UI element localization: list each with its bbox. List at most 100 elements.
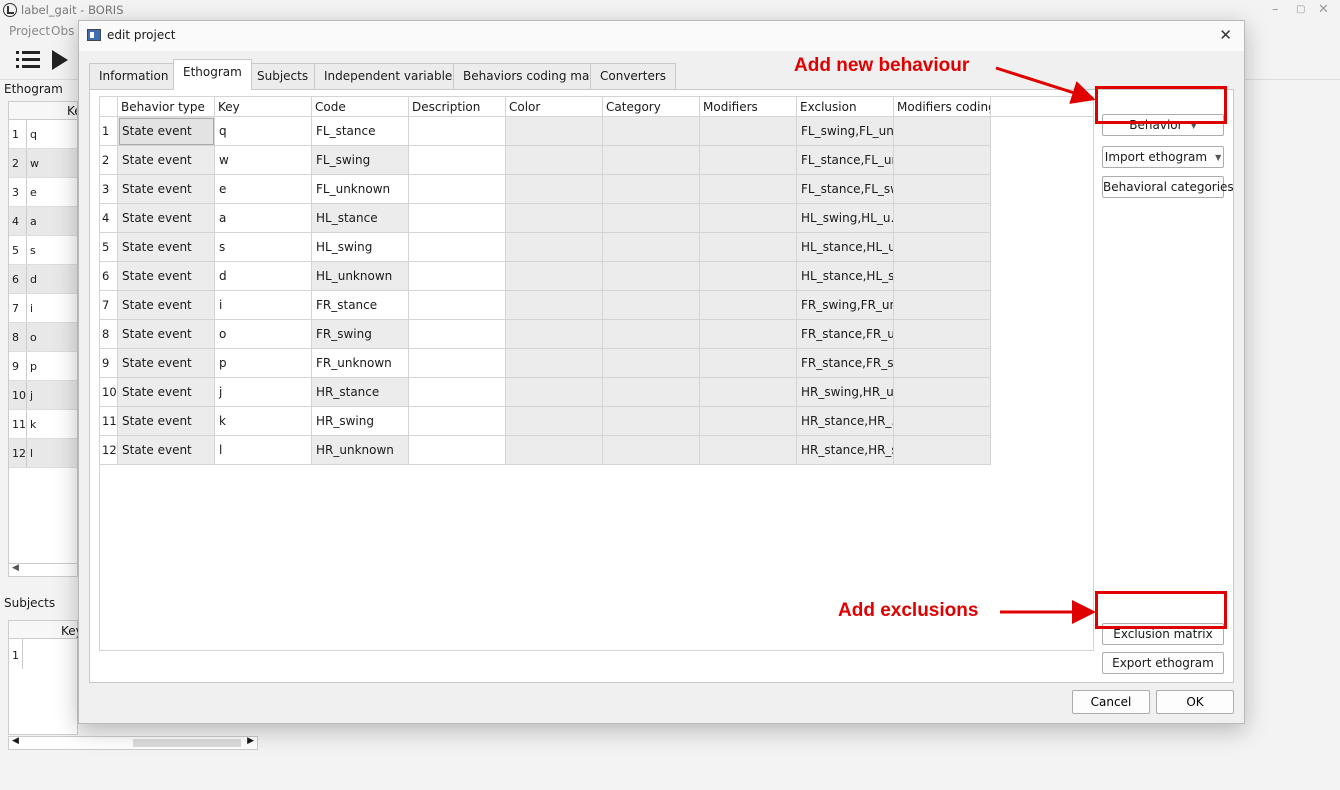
cell-code[interactable]: HR_stance	[312, 378, 409, 407]
ethogram-dock-row[interactable]: 7i	[9, 294, 77, 323]
scroll-left-icon[interactable]: ◀	[12, 736, 19, 746]
menu-project[interactable]: Project	[9, 24, 50, 38]
header-corner[interactable]	[100, 97, 118, 117]
ethogram-table[interactable]: Behavior type Key Code Description Color…	[99, 96, 1094, 651]
ethogram-dock-row[interactable]: 10 j	[9, 381, 77, 410]
cell-exclusion[interactable]: HL_swing,HL_u...	[797, 204, 894, 233]
table-cell[interactable]	[603, 436, 700, 465]
table-cell[interactable]	[409, 233, 506, 262]
ethogram-dock-row[interactable]: 2w	[9, 149, 77, 178]
ethogram-dock-row[interactable]: 12 l	[9, 439, 77, 468]
table-cell[interactable]	[894, 320, 991, 349]
table-cell[interactable]	[700, 436, 797, 465]
header-modifiers[interactable]: Modifiers	[700, 97, 797, 117]
cell-type[interactable]: State event	[118, 349, 215, 378]
table-cell[interactable]	[409, 204, 506, 233]
tab-subjects[interactable]: Subjects	[247, 63, 319, 89]
cell-code[interactable]: FR_stance	[312, 291, 409, 320]
table-cell[interactable]	[894, 175, 991, 204]
table-cell[interactable]	[409, 407, 506, 436]
table-cell[interactable]	[506, 320, 603, 349]
cell-key[interactable]: j	[215, 378, 312, 407]
play-icon[interactable]	[52, 50, 68, 70]
table-cell[interactable]	[603, 320, 700, 349]
ok-button[interactable]: OK	[1156, 690, 1234, 714]
header-color[interactable]: Color	[506, 97, 603, 117]
scroll-right-icon[interactable]: ▶	[247, 736, 254, 746]
subjects-dock-table[interactable]: Key 1	[8, 620, 83, 735]
ethogram-dock-row[interactable]: 6d	[9, 265, 77, 294]
table-cell[interactable]	[506, 233, 603, 262]
header-key[interactable]: Key	[215, 97, 312, 117]
table-cell[interactable]	[506, 117, 603, 146]
row-header[interactable]: 9	[100, 349, 118, 378]
cell-key[interactable]: s	[215, 233, 312, 262]
export-ethogram-button[interactable]: Export ethogram	[1102, 652, 1224, 674]
subjects-dock-scrollbar[interactable]: ◀ ▶	[8, 736, 258, 750]
cell-code[interactable]: HR_swing	[312, 407, 409, 436]
table-cell[interactable]	[894, 436, 991, 465]
cell-code[interactable]: HL_unknown	[312, 262, 409, 291]
table-cell[interactable]	[700, 407, 797, 436]
cell-type[interactable]: State event	[118, 320, 215, 349]
dialog-close-icon[interactable]: ✕	[1219, 26, 1232, 44]
table-cell[interactable]	[700, 378, 797, 407]
row-header[interactable]: 10	[100, 378, 118, 407]
header-code[interactable]: Code	[312, 97, 409, 117]
table-cell[interactable]	[409, 291, 506, 320]
tab-converters[interactable]: Converters	[590, 63, 677, 89]
cell-key[interactable]: q	[215, 117, 312, 146]
ethogram-dock-table[interactable]: Ke 1q2w3e4a5s6d7i8o9p10j11k12l	[8, 101, 78, 577]
table-cell[interactable]	[603, 117, 700, 146]
table-cell[interactable]	[506, 291, 603, 320]
cell-exclusion[interactable]: FR_stance,FR_s...	[797, 349, 894, 378]
table-cell[interactable]	[603, 291, 700, 320]
row-header[interactable]: 1	[100, 117, 118, 146]
cell-code[interactable]: HL_stance	[312, 204, 409, 233]
cell-code[interactable]: HL_swing	[312, 233, 409, 262]
table-cell[interactable]	[409, 378, 506, 407]
cell-exclusion[interactable]: HL_stance,HL_s...	[797, 262, 894, 291]
table-cell[interactable]	[409, 262, 506, 291]
cell-code[interactable]: FL_stance	[312, 117, 409, 146]
cell-type[interactable]: State event	[118, 436, 215, 465]
behavioral-categories-button[interactable]: Behavioral categories	[1102, 176, 1234, 198]
cell-exclusion[interactable]: FL_stance,FL_un...	[797, 146, 894, 175]
tab-independent-variables[interactable]: Independent variables	[314, 63, 469, 89]
table-cell[interactable]	[700, 146, 797, 175]
scrollbar-thumb[interactable]	[133, 739, 241, 747]
table-cell[interactable]	[894, 117, 991, 146]
cell-exclusion[interactable]: FR_stance,FR_u...	[797, 320, 894, 349]
table-cell[interactable]	[506, 204, 603, 233]
table-cell[interactable]	[603, 262, 700, 291]
table-cell[interactable]	[506, 146, 603, 175]
row-header[interactable]: 7	[100, 291, 118, 320]
cell-exclusion[interactable]: FL_swing,FL_un...	[797, 117, 894, 146]
table-cell[interactable]	[894, 233, 991, 262]
header-exclusion[interactable]: Exclusion	[797, 97, 894, 117]
table-cell[interactable]	[603, 204, 700, 233]
cell-key[interactable]: e	[215, 175, 312, 204]
header-category[interactable]: Category	[603, 97, 700, 117]
menu-observations[interactable]: Obs	[51, 24, 74, 38]
cell-type[interactable]: State event	[118, 291, 215, 320]
ethogram-dock-row[interactable]: 3e	[9, 178, 77, 207]
cell-exclusion[interactable]: FR_swing,FR_un...	[797, 291, 894, 320]
table-cell[interactable]	[894, 204, 991, 233]
cell-type[interactable]: State event	[118, 407, 215, 436]
cell-key[interactable]: o	[215, 320, 312, 349]
table-cell[interactable]	[409, 349, 506, 378]
scroll-left-icon[interactable]: ◀	[12, 563, 19, 573]
minimize-icon[interactable]: –	[1272, 2, 1279, 17]
table-cell[interactable]	[506, 349, 603, 378]
cell-type[interactable]: State event	[118, 146, 215, 175]
cell-key[interactable]: d	[215, 262, 312, 291]
table-cell[interactable]	[700, 233, 797, 262]
cell-code[interactable]: HR_unknown	[312, 436, 409, 465]
header-description[interactable]: Description	[409, 97, 506, 117]
row-header[interactable]: 8	[100, 320, 118, 349]
list-icon[interactable]	[16, 50, 40, 70]
row-header[interactable]: 4	[100, 204, 118, 233]
import-ethogram-button[interactable]: Import ethogram ▼	[1102, 146, 1224, 168]
cell-key[interactable]: a	[215, 204, 312, 233]
